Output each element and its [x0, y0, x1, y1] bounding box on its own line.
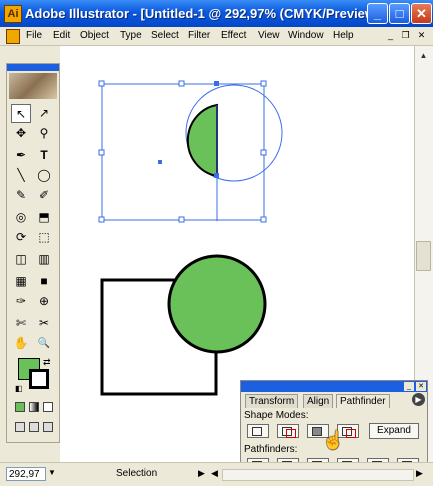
- scroll-left-arrow[interactable]: ◀: [211, 468, 218, 479]
- illustrator-app-icon[interactable]: Ai: [4, 5, 22, 23]
- symbol-sprayer-tool-icon[interactable]: ◫: [11, 250, 31, 269]
- scroll-thumb[interactable]: [416, 241, 431, 271]
- handle-top-right[interactable]: [260, 80, 267, 87]
- scroll-up-arrow[interactable]: ▲: [416, 48, 431, 63]
- toolbox-grip[interactable]: [7, 64, 59, 71]
- standard-screen-mode-button[interactable]: [15, 422, 25, 432]
- line-segment-tool-icon[interactable]: ╲: [11, 166, 31, 185]
- menu-effect[interactable]: Effect: [221, 30, 246, 41]
- handle-bottom-left[interactable]: [98, 216, 105, 223]
- document-icon[interactable]: [6, 29, 20, 44]
- panel-title-bar[interactable]: _ ✕: [241, 381, 427, 392]
- selection-tool-icon[interactable]: ↖: [11, 104, 31, 123]
- subtract-from-shape-area-button[interactable]: [277, 424, 299, 438]
- menu-type[interactable]: Type: [120, 30, 142, 41]
- mesh-tool-icon[interactable]: ▦: [11, 272, 31, 291]
- pencil-tool-icon[interactable]: ✐: [34, 186, 54, 205]
- rotate-tool-icon[interactable]: ◎: [11, 208, 31, 227]
- full-screen-menu-mode-button[interactable]: [29, 422, 39, 432]
- ellipse-tool-icon[interactable]: ◯: [34, 166, 54, 185]
- selection-bounding-box[interactable]: [101, 83, 265, 221]
- zoom-tool-icon[interactable]: 🔍: [34, 334, 54, 353]
- green-circle-shape[interactable]: [167, 254, 267, 354]
- anchor-top[interactable]: [214, 81, 219, 86]
- panel-minimize-button[interactable]: _: [404, 382, 414, 391]
- menu-object[interactable]: Object: [80, 30, 109, 41]
- anchor-bottom[interactable]: [214, 173, 219, 178]
- center-point: [158, 160, 162, 164]
- window-title: Adobe Illustrator - [Untitled-1 @ 292,97…: [25, 6, 388, 21]
- paintbrush-tool-icon[interactable]: ✎: [11, 186, 31, 205]
- illustrator-window: Ai Adobe Illustrator - [Untitled-1 @ 292…: [0, 0, 433, 486]
- gradient-mode-button[interactable]: [29, 402, 39, 412]
- status-bar: 292,97 ▼ Selection ▶ ◀ ▶: [0, 462, 433, 486]
- hand-pointer-cursor-icon: ☝: [322, 430, 345, 450]
- pathfinders-label: Pathfinders:: [244, 444, 298, 455]
- handle-middle-left[interactable]: [98, 149, 105, 156]
- tab-transform[interactable]: Transform: [245, 394, 299, 408]
- panel-menu-button[interactable]: ▶: [412, 393, 425, 406]
- handle-top-middle[interactable]: [178, 80, 185, 87]
- zoom-level-field[interactable]: 292,97: [6, 467, 46, 481]
- tab-align[interactable]: Align: [303, 394, 334, 408]
- menu-view[interactable]: View: [258, 30, 280, 41]
- shape-modes-label: Shape Modes:: [244, 410, 309, 421]
- half-circle-shape[interactable]: [186, 103, 218, 178]
- pen-tool-icon[interactable]: ✒: [11, 146, 31, 165]
- close-button[interactable]: ✕: [411, 3, 432, 24]
- panel-close-button[interactable]: ✕: [416, 382, 426, 391]
- handle-top-left[interactable]: [98, 80, 105, 87]
- magic-wand-tool-icon[interactable]: ✥: [11, 124, 31, 143]
- menu-bar: File Edit Object Type Select Filter Effe…: [0, 27, 433, 46]
- scale-tool-icon[interactable]: ⬒: [34, 208, 54, 227]
- gradient-tool-icon[interactable]: ■: [34, 272, 54, 291]
- document-minimize-button[interactable]: _: [384, 29, 397, 41]
- document-close-button[interactable]: ✕: [415, 29, 428, 41]
- horizontal-scrollbar[interactable]: [222, 469, 414, 481]
- handle-bottom-middle[interactable]: [178, 216, 185, 223]
- tab-pathfinder[interactable]: Pathfinder: [336, 394, 390, 408]
- document-restore-button[interactable]: ❐: [399, 29, 412, 41]
- lasso-tool-icon[interactable]: ⚲: [34, 124, 54, 143]
- swap-fill-stroke-icon[interactable]: ⇄: [43, 357, 51, 368]
- maximize-button[interactable]: □: [389, 3, 410, 24]
- status-text: Selection: [116, 468, 158, 479]
- add-to-shape-area-button[interactable]: [247, 424, 269, 438]
- menu-filter[interactable]: Filter: [188, 30, 210, 41]
- warp-tool-icon[interactable]: ⟳: [11, 228, 31, 247]
- menu-window[interactable]: Window: [288, 30, 324, 41]
- direct-selection-tool-icon[interactable]: ↗: [34, 104, 54, 123]
- default-colors-icon[interactable]: ◧: [15, 384, 23, 393]
- eyedropper-tool-icon[interactable]: ✑: [11, 292, 31, 311]
- slice-tool-icon[interactable]: ✄: [11, 314, 31, 333]
- hand-tool-icon[interactable]: ✋: [11, 334, 31, 353]
- none-mode-button[interactable]: [43, 402, 53, 412]
- handle-bottom-right[interactable]: [260, 216, 267, 223]
- menu-select[interactable]: Select: [151, 30, 179, 41]
- menu-file[interactable]: File: [26, 30, 42, 41]
- color-mode-button[interactable]: [15, 402, 25, 412]
- handle-middle-right[interactable]: [260, 149, 267, 156]
- minimize-button[interactable]: _: [367, 3, 388, 24]
- menu-help[interactable]: Help: [333, 30, 354, 41]
- menu-edit[interactable]: Edit: [53, 30, 70, 41]
- scissors-tool-icon[interactable]: ✂: [34, 314, 54, 333]
- stroke-swatch[interactable]: [29, 369, 49, 389]
- column-graph-tool-icon[interactable]: ▥: [34, 250, 54, 269]
- toolbox-panel: ↖ ↗ ✥ ⚲ ✒ T ╲ ◯ ✎ ✐ ◎ ⬒ ⟳ ⬚ ◫ ▥ ▦ ■ ✑ ⊕ …: [6, 63, 60, 443]
- type-tool-icon[interactable]: T: [34, 146, 54, 165]
- free-transform-tool-icon[interactable]: ⬚: [34, 228, 54, 247]
- full-screen-mode-button[interactable]: [43, 422, 53, 432]
- expand-button[interactable]: Expand: [369, 423, 419, 439]
- status-menu-arrow-icon[interactable]: ▶: [198, 468, 205, 479]
- blend-tool-icon[interactable]: ⊕: [34, 292, 54, 311]
- title-bar[interactable]: Ai Adobe Illustrator - [Untitled-1 @ 292…: [0, 0, 433, 27]
- scroll-right-arrow[interactable]: ▶: [416, 468, 423, 479]
- zoom-dropdown-arrow-icon[interactable]: ▼: [48, 468, 56, 477]
- venus-logo[interactable]: [9, 73, 57, 99]
